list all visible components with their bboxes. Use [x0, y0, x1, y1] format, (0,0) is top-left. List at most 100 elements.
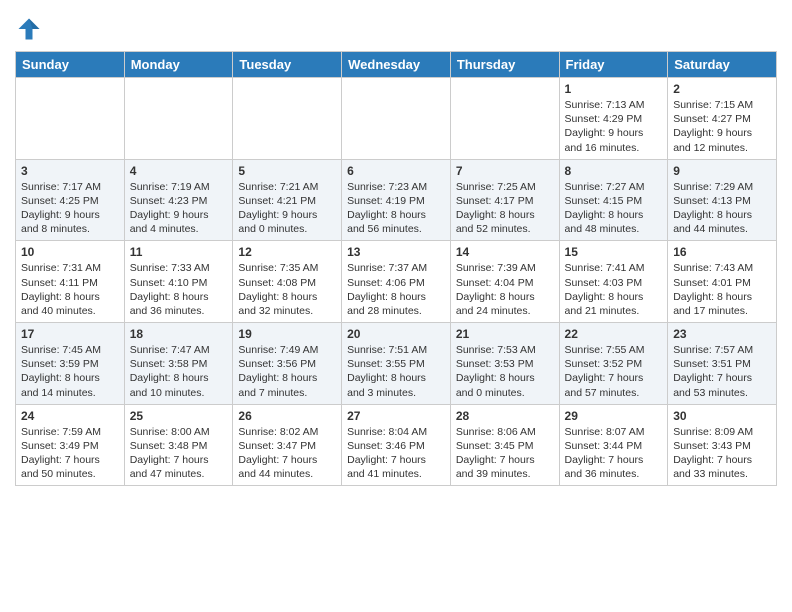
calendar-cell	[450, 78, 559, 160]
day-info: Sunrise: 7:37 AM Sunset: 4:06 PM Dayligh…	[347, 261, 445, 318]
day-number: 13	[347, 245, 445, 259]
day-number: 10	[21, 245, 119, 259]
day-number: 6	[347, 164, 445, 178]
day-info: Sunrise: 8:02 AM Sunset: 3:47 PM Dayligh…	[238, 425, 336, 482]
calendar-cell: 11 Sunrise: 7:33 AM Sunset: 4:10 PM Dayli…	[124, 241, 233, 323]
calendar-week-row: 17Sunrise: 7:45 AM Sunset: 3:59 PM Dayli…	[16, 323, 777, 405]
day-number: 19	[238, 327, 336, 341]
day-info: Sunrise: 8:06 AM Sunset: 3:45 PM Dayligh…	[456, 425, 554, 482]
weekday-header: Saturday	[668, 52, 777, 78]
day-number: 29	[565, 409, 663, 423]
day-info: Sunrise: 7:23 AM Sunset: 4:19 PM Dayligh…	[347, 180, 445, 237]
day-number: 30	[673, 409, 771, 423]
day-number: 28	[456, 409, 554, 423]
calendar-cell	[233, 78, 342, 160]
day-number: 25	[130, 409, 228, 423]
day-number: 27	[347, 409, 445, 423]
day-info: Sunrise: 7:45 AM Sunset: 3:59 PM Dayligh…	[21, 343, 119, 400]
day-number: 2	[673, 82, 771, 96]
calendar-cell: 2 Sunrise: 7:15 AM Sunset: 4:27 PM Daylig…	[668, 78, 777, 160]
day-number: 5	[238, 164, 336, 178]
calendar-cell	[16, 78, 125, 160]
day-info: Sunrise: 7:43 AM Sunset: 4:01 PM Dayligh…	[673, 261, 771, 318]
calendar-cell: 10Sunrise: 7:31 AM Sunset: 4:11 PM Dayli…	[16, 241, 125, 323]
calendar-cell: 15Sunrise: 7:41 AM Sunset: 4:03 PM Dayli…	[559, 241, 668, 323]
page: SundayMondayTuesdayWednesdayThursdayFrid…	[0, 0, 792, 612]
day-number: 26	[238, 409, 336, 423]
calendar-cell	[342, 78, 451, 160]
logo	[15, 15, 47, 43]
day-info: Sunrise: 8:07 AM Sunset: 3:44 PM Dayligh…	[565, 425, 663, 482]
day-info: Sunrise: 7:15 AM Sunset: 4:27 PM Dayligh…	[673, 98, 771, 155]
day-number: 7	[456, 164, 554, 178]
day-number: 1	[565, 82, 663, 96]
weekday-header: Monday	[124, 52, 233, 78]
calendar-cell: 18Sunrise: 7:47 AM Sunset: 3:58 PM Dayli…	[124, 323, 233, 405]
logo-icon	[15, 15, 43, 43]
day-number: 16	[673, 245, 771, 259]
day-number: 20	[347, 327, 445, 341]
day-info: Sunrise: 7:13 AM Sunset: 4:29 PM Dayligh…	[565, 98, 663, 155]
calendar-header-row: SundayMondayTuesdayWednesdayThursdayFrid…	[16, 52, 777, 78]
calendar-cell: 16 Sunrise: 7:43 AM Sunset: 4:01 PM Dayli…	[668, 241, 777, 323]
day-info: Sunrise: 8:00 AM Sunset: 3:48 PM Dayligh…	[130, 425, 228, 482]
day-info: Sunrise: 7:51 AM Sunset: 3:55 PM Dayligh…	[347, 343, 445, 400]
day-number: 8	[565, 164, 663, 178]
weekday-header: Thursday	[450, 52, 559, 78]
calendar-cell: 23 Sunrise: 7:57 AM Sunset: 3:51 PM Dayli…	[668, 323, 777, 405]
calendar-week-row: 3Sunrise: 7:17 AM Sunset: 4:25 PM Daylig…	[16, 159, 777, 241]
calendar-cell: 27 Sunrise: 8:04 AM Sunset: 3:46 PM Dayli…	[342, 404, 451, 486]
day-info: Sunrise: 7:59 AM Sunset: 3:49 PM Dayligh…	[21, 425, 119, 482]
day-info: Sunrise: 7:49 AM Sunset: 3:56 PM Dayligh…	[238, 343, 336, 400]
day-info: Sunrise: 7:17 AM Sunset: 4:25 PM Dayligh…	[21, 180, 119, 237]
calendar-cell: 13 Sunrise: 7:37 AM Sunset: 4:06 PM Dayli…	[342, 241, 451, 323]
calendar-cell: 24 Sunrise: 7:59 AM Sunset: 3:49 PM Dayli…	[16, 404, 125, 486]
calendar-cell: 28 Sunrise: 8:06 AM Sunset: 3:45 PM Dayli…	[450, 404, 559, 486]
calendar-cell: 5Sunrise: 7:21 AM Sunset: 4:21 PM Daylig…	[233, 159, 342, 241]
weekday-header: Friday	[559, 52, 668, 78]
calendar-week-row: 24 Sunrise: 7:59 AM Sunset: 3:49 PM Dayli…	[16, 404, 777, 486]
day-info: Sunrise: 8:04 AM Sunset: 3:46 PM Dayligh…	[347, 425, 445, 482]
calendar-cell: 8 Sunrise: 7:27 AM Sunset: 4:15 PM Daylig…	[559, 159, 668, 241]
calendar-cell: 22 Sunrise: 7:55 AM Sunset: 3:52 PM Dayli…	[559, 323, 668, 405]
day-number: 18	[130, 327, 228, 341]
day-number: 4	[130, 164, 228, 178]
day-info: Sunrise: 7:27 AM Sunset: 4:15 PM Dayligh…	[565, 180, 663, 237]
calendar-cell: 30 Sunrise: 8:09 AM Sunset: 3:43 PM Dayli…	[668, 404, 777, 486]
day-info: Sunrise: 7:57 AM Sunset: 3:51 PM Dayligh…	[673, 343, 771, 400]
day-info: Sunrise: 7:55 AM Sunset: 3:52 PM Dayligh…	[565, 343, 663, 400]
day-info: Sunrise: 7:29 AM Sunset: 4:13 PM Dayligh…	[673, 180, 771, 237]
day-number: 14	[456, 245, 554, 259]
day-number: 15	[565, 245, 663, 259]
day-number: 23	[673, 327, 771, 341]
calendar-cell: 19 Sunrise: 7:49 AM Sunset: 3:56 PM Dayli…	[233, 323, 342, 405]
day-number: 11	[130, 245, 228, 259]
weekday-header: Sunday	[16, 52, 125, 78]
header	[15, 15, 777, 43]
calendar-cell: 17Sunrise: 7:45 AM Sunset: 3:59 PM Dayli…	[16, 323, 125, 405]
calendar-cell: 4Sunrise: 7:19 AM Sunset: 4:23 PM Daylig…	[124, 159, 233, 241]
calendar-cell: 6 Sunrise: 7:23 AM Sunset: 4:19 PM Daylig…	[342, 159, 451, 241]
calendar-cell: 3Sunrise: 7:17 AM Sunset: 4:25 PM Daylig…	[16, 159, 125, 241]
day-info: Sunrise: 7:39 AM Sunset: 4:04 PM Dayligh…	[456, 261, 554, 318]
day-info: Sunrise: 8:09 AM Sunset: 3:43 PM Dayligh…	[673, 425, 771, 482]
calendar-cell: 9 Sunrise: 7:29 AM Sunset: 4:13 PM Daylig…	[668, 159, 777, 241]
day-number: 22	[565, 327, 663, 341]
weekday-header: Wednesday	[342, 52, 451, 78]
calendar-cell: 14 Sunrise: 7:39 AM Sunset: 4:04 PM Dayli…	[450, 241, 559, 323]
calendar-cell: 26 Sunrise: 8:02 AM Sunset: 3:47 PM Dayli…	[233, 404, 342, 486]
calendar-cell: 20 Sunrise: 7:51 AM Sunset: 3:55 PM Dayli…	[342, 323, 451, 405]
day-number: 21	[456, 327, 554, 341]
calendar-cell: 21 Sunrise: 7:53 AM Sunset: 3:53 PM Dayli…	[450, 323, 559, 405]
calendar-table: SundayMondayTuesdayWednesdayThursdayFrid…	[15, 51, 777, 486]
calendar-cell: 7 Sunrise: 7:25 AM Sunset: 4:17 PM Daylig…	[450, 159, 559, 241]
day-number: 9	[673, 164, 771, 178]
day-info: Sunrise: 7:33 AM Sunset: 4:10 PM Dayligh…	[130, 261, 228, 318]
calendar-week-row: 1 Sunrise: 7:13 AM Sunset: 4:29 PM Daylig…	[16, 78, 777, 160]
day-number: 24	[21, 409, 119, 423]
calendar-cell: 12Sunrise: 7:35 AM Sunset: 4:08 PM Dayli…	[233, 241, 342, 323]
day-number: 12	[238, 245, 336, 259]
day-info: Sunrise: 7:25 AM Sunset: 4:17 PM Dayligh…	[456, 180, 554, 237]
weekday-header: Tuesday	[233, 52, 342, 78]
day-info: Sunrise: 7:53 AM Sunset: 3:53 PM Dayligh…	[456, 343, 554, 400]
